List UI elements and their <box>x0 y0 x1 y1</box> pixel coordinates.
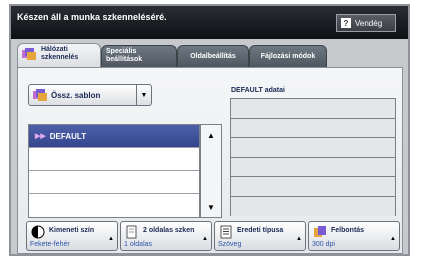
output-color-icon <box>31 225 45 239</box>
list-item-default[interactable]: ▶▶ DEFAULT <box>29 125 199 148</box>
resolution-title: Felbontás <box>331 227 365 234</box>
resolution-button[interactable]: Felbontás 300 dpi ▲ <box>308 221 400 251</box>
scroll-down-button[interactable]: ▼ <box>201 197 221 217</box>
tab-bar: Hálózati szkennelés Speciális beállításo… <box>17 43 403 69</box>
tab-label: Speciális <box>106 48 137 55</box>
tab-label: beállítások <box>106 56 143 63</box>
list-item[interactable] <box>29 171 199 194</box>
template-selector-label: Össz. sablon <box>51 90 101 100</box>
chevron-up-icon: ▲ <box>296 236 302 242</box>
original-type-value: Szöveg <box>218 241 242 248</box>
two-sided-value: 1 oldalas <box>124 241 153 248</box>
screen-frame: Készen áll a munka szkenneléséré. ? Vend… <box>9 4 410 256</box>
details-title: DEFAULT adatai <box>231 87 285 94</box>
tab-filing-options[interactable]: Fájlozási módok <box>249 45 327 67</box>
two-sided-scan-button[interactable]: 2 oldalas szken 1 oldalas ▲ <box>120 221 212 251</box>
template-selector[interactable]: Össz. sablon ▼ <box>28 84 152 106</box>
scroll-up-button[interactable]: ▲ <box>201 125 221 145</box>
chevron-up-icon: ▲ <box>202 236 208 242</box>
scan-icon <box>22 48 36 60</box>
details-row <box>231 157 395 177</box>
list-scrollbar: ▲ ▼ <box>200 124 222 218</box>
two-sided-title: 2 oldalas szken <box>143 227 195 234</box>
template-item-icon: ▶▶ <box>35 133 46 140</box>
details-row <box>231 99 395 119</box>
list-item-label: DEFAULT <box>49 131 87 141</box>
template-list: ▶▶ DEFAULT <box>28 124 200 218</box>
tab-network-scanning[interactable]: Hálózati szkennelés <box>17 43 101 69</box>
details-row <box>231 118 395 138</box>
tab-label: Oldalbeállítás <box>190 52 236 60</box>
chevron-up-icon: ▲ <box>390 236 396 242</box>
list-item[interactable] <box>29 194 199 217</box>
chevron-down-icon: ▼ <box>136 85 151 105</box>
details-row <box>231 196 395 216</box>
tab-label: szkennelés <box>40 54 79 61</box>
tab-label: Hálózati <box>40 46 68 53</box>
list-item[interactable] <box>29 148 199 171</box>
tab-label: Fájlozási módok <box>260 52 316 60</box>
tab-advanced-settings[interactable]: Speciális beállítások <box>101 45 177 67</box>
original-type-icon <box>219 225 233 239</box>
details-row <box>231 138 395 158</box>
output-color-button[interactable]: Kimeneti szín Fekete-fehér ▲ <box>26 221 118 251</box>
details-table <box>230 98 396 216</box>
resolution-icon <box>313 225 327 239</box>
output-color-title: Kimeneti szín <box>49 227 95 234</box>
chevron-up-icon: ▲ <box>108 236 114 242</box>
original-type-button[interactable]: Eredeti típusa Szöveg ▲ <box>214 221 306 251</box>
output-color-value: Fekete-fehér <box>30 241 70 248</box>
details-row <box>231 177 395 197</box>
scan-panel: Össz. sablon ▼ ▶▶ DEFAULT ▲ ▼ DEFAULT ad… <box>17 67 403 254</box>
help-icon: ? <box>341 18 351 28</box>
status-message: Készen áll a munka szkenneléséré. <box>17 12 167 22</box>
guest-button[interactable]: ? Vendég <box>336 14 396 32</box>
original-type-title: Eredeti típusa <box>237 227 284 234</box>
status-bar: Készen áll a munka szkenneléséré. ? Vend… <box>11 6 408 39</box>
resolution-value: 300 dpi <box>312 241 335 248</box>
guest-button-label: Vendég <box>355 18 383 28</box>
two-sided-icon <box>125 225 139 239</box>
tab-layout-adjustment[interactable]: Oldalbeállítás <box>177 45 249 67</box>
template-icon <box>33 89 47 101</box>
